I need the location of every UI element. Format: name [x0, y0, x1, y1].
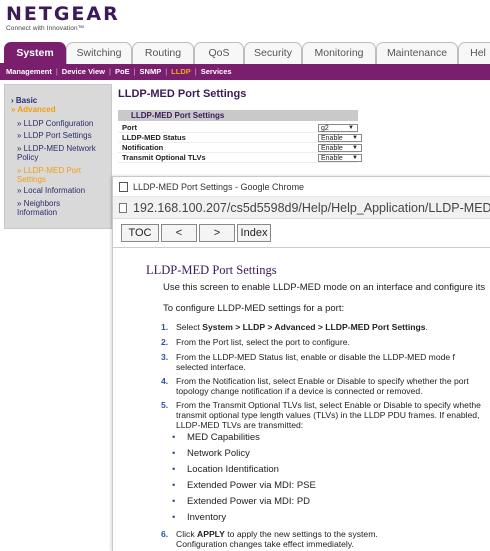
- settings-table: Port g2 ▼ LLDP-MED Status Enable ▼ Notific…: [118, 123, 362, 163]
- sidebar-item-lldp-med-port-settings[interactable]: » LLDP-MED Port Settings: [17, 166, 97, 184]
- logo-wordmark: NETGEAR: [6, 3, 120, 25]
- prev-button[interactable]: <: [161, 224, 197, 242]
- index-button[interactable]: Index: [237, 224, 271, 242]
- page-title: LLDP-MED Port Settings: [118, 88, 247, 100]
- tab-help[interactable]: Hel: [458, 42, 490, 64]
- divider: [113, 247, 490, 248]
- sidebar-basic[interactable]: › Basic: [11, 96, 37, 105]
- sidebar-advanced[interactable]: » Advanced: [11, 105, 56, 114]
- settings-row-tlvs: Transmit Optional TLVs Enable ▼: [118, 153, 362, 163]
- subnav-device-view[interactable]: Device View: [62, 67, 105, 76]
- chevron-down-icon: ▼: [352, 145, 358, 151]
- netgear-admin-window: NETGEAR Connect with Innovation™ System …: [0, 0, 490, 551]
- lldp-med-status-select[interactable]: Enable ▼: [318, 134, 362, 142]
- subnav-lldp[interactable]: LLDP: [171, 67, 191, 76]
- port-select[interactable]: g2 ▼: [318, 124, 358, 132]
- subnav-services[interactable]: Services: [201, 67, 232, 76]
- chevron-down-icon: ▼: [348, 125, 354, 131]
- tab-system[interactable]: System: [4, 42, 66, 64]
- lldp-med-status-label: LLDP-MED Status: [122, 133, 186, 142]
- tab-security[interactable]: Security: [244, 42, 302, 64]
- tab-switching[interactable]: Switching: [66, 42, 132, 64]
- subnav-snmp[interactable]: SNMP: [140, 67, 162, 76]
- sidebar-item-local-information[interactable]: » Local Information: [17, 186, 85, 195]
- sidebar: › Basic » Advanced » LLDP Configuration …: [4, 84, 112, 229]
- toc-button[interactable]: TOC: [121, 224, 159, 242]
- port-label: Port: [122, 123, 137, 132]
- settings-row-notification: Notification Enable ▼: [118, 143, 362, 153]
- main-tabs: System Switching Routing QoS Security Mo…: [0, 42, 490, 64]
- subnav-management[interactable]: Management: [6, 67, 52, 76]
- logo-tagline: Connect with Innovation™: [6, 25, 85, 32]
- chevron-down-icon: ▼: [352, 155, 358, 161]
- help-configure-heading: To configure LLDP-MED settings for a por…: [163, 303, 345, 314]
- chevron-down-icon: ▼: [352, 135, 358, 141]
- sidebar-item-lldp-med-network-policy[interactable]: » LLDP-MED Network Policy: [17, 144, 97, 162]
- notification-select[interactable]: Enable ▼: [318, 144, 362, 152]
- tab-maintenance[interactable]: Maintenance: [376, 42, 458, 64]
- sidebar-item-lldp-port-settings[interactable]: » LLDP Port Settings: [17, 131, 92, 140]
- settings-row-status: LLDP-MED Status Enable ▼: [118, 133, 362, 143]
- transmit-tlvs-label: Transmit Optional TLVs: [122, 153, 206, 162]
- notification-label: Notification: [122, 143, 164, 152]
- tab-qos[interactable]: QoS: [194, 42, 244, 64]
- help-popup-window: LLDP-MED Port Settings - Google Chrome 1…: [112, 176, 490, 551]
- tab-routing[interactable]: Routing: [132, 42, 194, 64]
- settings-row-port: Port g2 ▼: [118, 123, 358, 133]
- url-text: 192.168.100.207/cs5d5598d9/Help/Help_App…: [133, 201, 490, 215]
- sub-navigation: Management | Device View | PoE | SNMP | LLDP | Ser…: [0, 64, 490, 80]
- next-button[interactable]: >: [199, 224, 235, 242]
- help-intro: Use this screen to enable LLDP-MED mode …: [163, 282, 486, 293]
- tab-monitoring[interactable]: Monitoring: [302, 42, 376, 64]
- page-icon: [119, 182, 128, 192]
- page-icon: [119, 203, 127, 213]
- popup-title-bar: LLDP-MED Port Settings - Google Chrome: [113, 177, 490, 197]
- section-header: LLDP-MED Port Settings: [118, 110, 358, 121]
- sidebar-item-neighbors-information[interactable]: » Neighbors Information: [17, 199, 97, 217]
- popup-window-title: LLDP-MED Port Settings - Google Chrome: [133, 182, 305, 192]
- netgear-logo: NETGEAR Connect with Innovation™: [6, 4, 120, 32]
- help-title: LLDP-MED Port Settings: [146, 263, 277, 277]
- sidebar-item-lldp-configuration[interactable]: » LLDP Configuration: [17, 119, 93, 128]
- transmit-tlvs-select[interactable]: Enable ▼: [318, 154, 362, 162]
- address-bar[interactable]: 192.168.100.207/cs5d5598d9/Help/Help_App…: [113, 197, 490, 219]
- subnav-poe[interactable]: PoE: [115, 67, 130, 76]
